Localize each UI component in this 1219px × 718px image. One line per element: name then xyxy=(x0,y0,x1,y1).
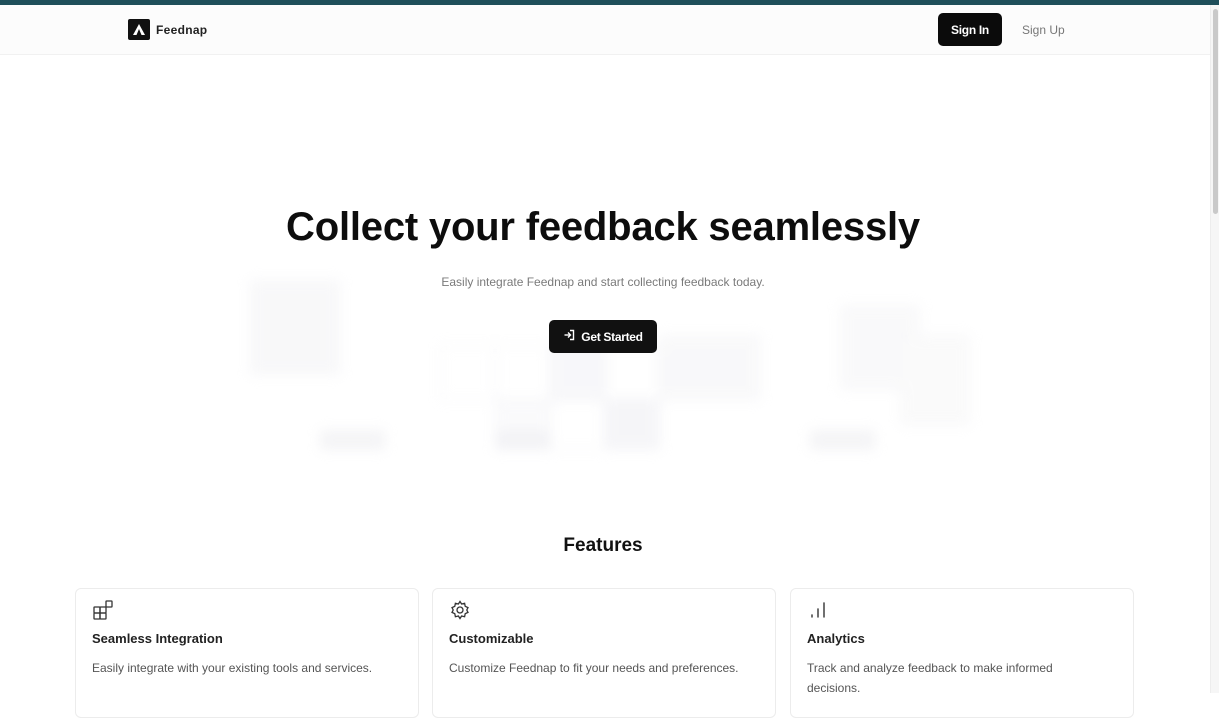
login-arrow-icon xyxy=(563,329,575,344)
feature-card-analytics: Analytics Track and analyze feedback to … xyxy=(790,588,1134,718)
feature-card-customizable: Customizable Customize Feednap to fit yo… xyxy=(432,588,776,718)
blocks-icon xyxy=(92,599,114,621)
hero-title: Collect your feedback seamlessly xyxy=(286,205,920,249)
scrollbar-thumb[interactable] xyxy=(1213,9,1218,214)
get-started-label: Get Started xyxy=(581,329,643,344)
brand-name: Feednap xyxy=(156,22,208,37)
feature-title: Seamless Integration xyxy=(92,631,223,646)
sign-in-button[interactable]: Sign In xyxy=(938,13,1002,46)
get-started-button[interactable]: Get Started xyxy=(549,320,657,353)
gear-icon xyxy=(449,599,471,621)
features-title: Features xyxy=(563,535,643,556)
bar-chart-icon xyxy=(807,599,829,621)
feature-description: Track and analyze feedback to make infor… xyxy=(807,661,1053,695)
feature-description: Easily integrate with your existing tool… xyxy=(92,661,373,675)
feature-card-seamless-integration: Seamless Integration Easily integrate wi… xyxy=(75,588,419,718)
feature-description: Customize Feednap to fit your needs and … xyxy=(449,661,739,675)
hero-subtitle: Easily integrate Feednap and start colle… xyxy=(441,275,765,289)
page-scrollbar[interactable] xyxy=(1210,5,1219,693)
navbar: Feednap Sign In Sign Up xyxy=(0,5,1210,55)
sign-up-link[interactable]: Sign Up xyxy=(1022,23,1065,37)
hero-background-grid xyxy=(240,265,980,485)
brand[interactable]: Feednap xyxy=(128,19,207,40)
feednap-logo-icon xyxy=(128,19,150,40)
feature-title: Customizable xyxy=(449,631,534,646)
feature-title: Analytics xyxy=(807,631,865,646)
